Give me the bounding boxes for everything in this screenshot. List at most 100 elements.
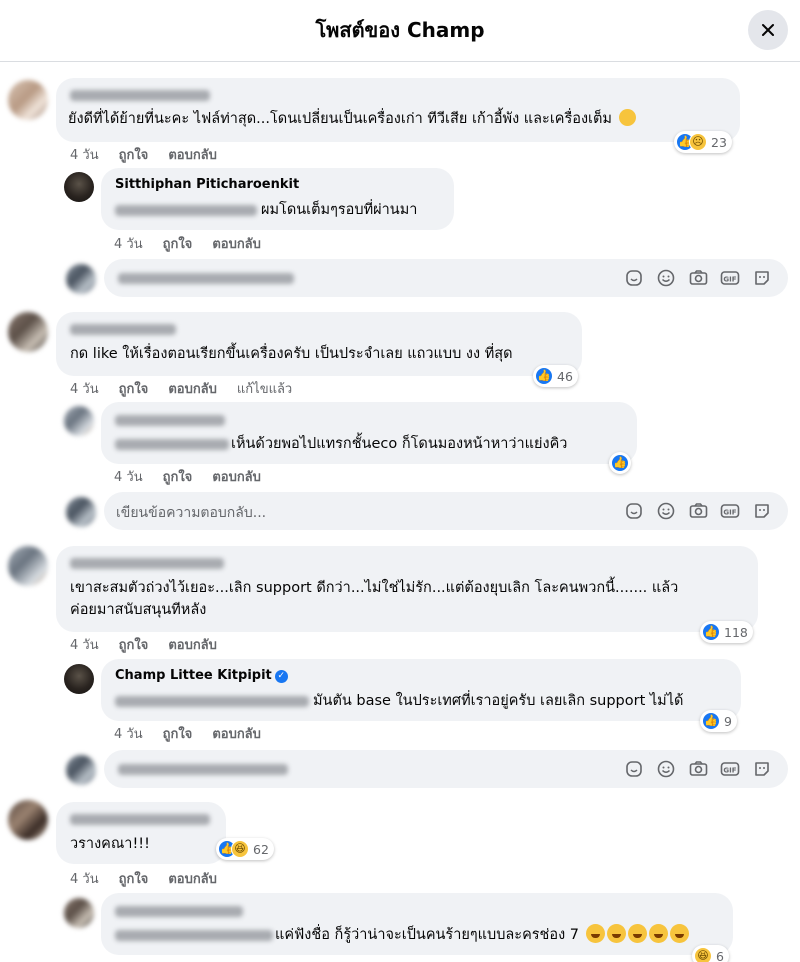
timestamp[interactable]: 4 วัน xyxy=(70,148,99,163)
reaction-count: 9 xyxy=(724,713,732,729)
avatar[interactable] xyxy=(8,800,48,840)
blurred-author-name xyxy=(115,415,225,426)
reaction-summary[interactable]: 👍 😆 62 xyxy=(216,838,274,860)
reply-button[interactable]: ตอบกลับ xyxy=(168,382,217,397)
comment-text: เขาสะสมตัวถ่วงไว้เยอะ...เลิก support ดีก… xyxy=(70,580,679,596)
blurred-author-name xyxy=(70,814,210,825)
comment-actions: 4 วัน ถูกใจ ตอบกลับ xyxy=(114,233,281,254)
laughing-emoji-icon xyxy=(669,924,689,943)
reply-placeholder: เขียนข้อความตอบกลับ... xyxy=(116,505,267,521)
timestamp[interactable]: 4 วัน xyxy=(114,470,143,485)
like-button[interactable]: ถูกใจ xyxy=(163,727,193,742)
reply-button[interactable]: ตอบกลับ xyxy=(168,638,217,653)
reaction-count: 62 xyxy=(253,841,269,857)
comment-text: แค่ฟังชื่อ ก็รู้ว่าน่าจะเป็นคนร้ายๆแบบละ… xyxy=(275,924,689,946)
timestamp[interactable]: 4 วัน xyxy=(70,638,99,653)
comment-bubble: วรางคณา!!! xyxy=(56,802,226,864)
reaction-summary[interactable]: 👍 9 xyxy=(700,710,737,732)
gif-icon[interactable]: GIF xyxy=(720,759,740,779)
reaction-summary[interactable]: 👍 118 xyxy=(700,621,753,643)
emoji-icon[interactable] xyxy=(656,501,676,521)
laughing-emoji-icon xyxy=(648,924,668,943)
gif-icon[interactable]: GIF xyxy=(720,501,740,521)
avatar-sticker-icon[interactable] xyxy=(752,268,772,288)
sad-reaction-icon: ☹ xyxy=(689,133,707,151)
avatar xyxy=(66,497,96,527)
like-button[interactable]: ถูกใจ xyxy=(119,872,149,887)
timestamp[interactable]: 4 วัน xyxy=(114,237,143,252)
haha-reaction-icon: 😆 xyxy=(231,840,249,858)
reaction-summary[interactable]: 👍 xyxy=(609,452,631,474)
timestamp[interactable]: 4 วัน xyxy=(70,872,99,887)
reply-button[interactable]: ตอบกลับ xyxy=(212,727,261,742)
avatar-sticker-icon[interactable] xyxy=(752,501,772,521)
emoji-icon[interactable] xyxy=(656,759,676,779)
comment-author[interactable]: Champ Littee Kitpipit ✓ xyxy=(115,668,288,683)
comment-actions: 4 วัน ถูกใจ ตอบกลับ xyxy=(114,466,281,487)
dialog-header: โพสต์ของ Champ xyxy=(0,0,800,62)
comment-bubble: แค่ฟังชื่อ ก็รู้ว่าน่าจะเป็นคนร้ายๆแบบละ… xyxy=(101,893,733,955)
like-button[interactable]: ถูกใจ xyxy=(163,237,193,252)
avatar xyxy=(66,755,96,785)
comment-text: มันตัน base ในประเทศที่เราอยู่ครับ เลยเล… xyxy=(313,693,684,709)
avatar xyxy=(66,264,96,294)
reply-button[interactable]: ตอบกลับ xyxy=(212,470,261,485)
like-button[interactable]: ถูกใจ xyxy=(163,470,193,485)
comment-bubble: Champ Littee Kitpipit ✓ มันตัน base ในประ… xyxy=(101,659,741,721)
blurred-mention xyxy=(115,930,273,941)
emoji-icon[interactable] xyxy=(656,268,676,288)
reply-button[interactable]: ตอบกลับ xyxy=(212,237,261,252)
edited-label: แก้ไขแล้ว xyxy=(236,382,293,397)
avatar[interactable] xyxy=(8,312,48,352)
camera-icon[interactable] xyxy=(688,759,708,779)
like-button[interactable]: ถูกใจ xyxy=(119,638,149,653)
avatar[interactable] xyxy=(8,546,48,586)
sticker-icon[interactable] xyxy=(624,268,644,288)
reaction-summary[interactable]: 😆 6 xyxy=(692,945,729,962)
close-icon xyxy=(762,24,774,36)
like-reaction-icon: 👍 xyxy=(702,712,720,730)
like-button[interactable]: ถูกใจ xyxy=(119,382,149,397)
blurred-author-name xyxy=(70,90,210,101)
timestamp[interactable]: 4 วัน xyxy=(70,382,99,397)
avatar[interactable] xyxy=(64,172,94,202)
reaction-count: 118 xyxy=(724,624,748,640)
reply-button[interactable]: ตอบกลับ xyxy=(168,872,217,887)
svg-text:GIF: GIF xyxy=(723,509,736,517)
blurred-author-name xyxy=(115,906,243,917)
blurred-placeholder xyxy=(118,273,294,284)
avatar-sticker-icon[interactable] xyxy=(752,759,772,779)
laughing-emoji-icon xyxy=(627,924,647,943)
comment-actions: 4 วัน ถูกใจ ตอบกลับ xyxy=(70,144,237,165)
gif-icon[interactable]: GIF xyxy=(720,268,740,288)
blurred-mention xyxy=(115,205,257,216)
reply-button[interactable]: ตอบกลับ xyxy=(168,148,217,163)
avatar[interactable] xyxy=(8,80,48,120)
blurred-mention xyxy=(115,696,309,707)
timestamp[interactable]: 4 วัน xyxy=(114,727,143,742)
sticker-icon[interactable] xyxy=(624,501,644,521)
laughing-emoji-icon xyxy=(585,924,605,943)
page-title: โพสต์ของ Champ xyxy=(315,18,485,42)
reaction-summary[interactable]: 👍 ☹ 23 xyxy=(674,131,732,153)
comment-author[interactable]: Sitthiphan Piticharoenkit xyxy=(115,177,299,192)
camera-icon[interactable] xyxy=(688,268,708,288)
comment-actions: 4 วัน ถูกใจ ตอบกลับ แก้ไขแล้ว xyxy=(70,378,312,399)
sticker-icon[interactable] xyxy=(624,759,644,779)
reply-input[interactable]: GIF xyxy=(104,259,788,297)
reaction-summary[interactable]: 👍 46 xyxy=(533,365,578,387)
verified-badge-icon: ✓ xyxy=(274,670,288,683)
camera-icon[interactable] xyxy=(688,501,708,521)
reply-tools: GIF xyxy=(612,759,772,779)
avatar[interactable] xyxy=(64,406,94,436)
reaction-count: 6 xyxy=(716,948,724,962)
reply-input[interactable]: GIF xyxy=(104,750,788,788)
close-button[interactable] xyxy=(748,10,788,50)
comment-bubble: เห็นด้วยพอไปแทรกชั้นeco ก็โดนมองหน้าหาว่… xyxy=(101,402,637,464)
comment-bubble: กด like ให้เรื่องตอนเรียกขึ้นเครื่องครับ… xyxy=(56,312,582,376)
comment-bubble: Sitthiphan Piticharoenkit ผมโดนเต็มๆรอบท… xyxy=(101,168,454,230)
avatar[interactable] xyxy=(64,664,94,694)
reply-input[interactable]: เขียนข้อความตอบกลับ... GIF xyxy=(104,492,788,530)
avatar[interactable] xyxy=(64,898,94,928)
like-button[interactable]: ถูกใจ xyxy=(119,148,149,163)
